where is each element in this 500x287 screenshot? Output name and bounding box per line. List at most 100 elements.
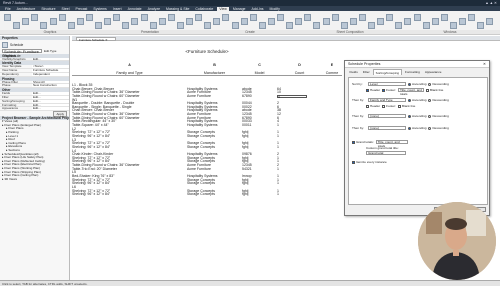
then-by-select-3[interactable]: (none) — [368, 126, 406, 130]
edit-type-button[interactable]: Edit Type — [44, 49, 56, 53]
ribbon-tool-icon[interactable] — [413, 14, 421, 21]
ribbon-tab-analyze[interactable]: Analyze — [146, 7, 162, 11]
ribbon-tab-add-ins[interactable]: Add-Ins — [249, 7, 265, 11]
ribbon-tool-icon[interactable] — [213, 18, 221, 25]
ribbon-tab-insert[interactable]: Insert — [111, 7, 124, 11]
ribbon-tab-architecture[interactable]: Architecture — [15, 7, 38, 11]
header-option[interactable]: Header — [366, 88, 380, 92]
ribbon-tool-icon[interactable] — [140, 14, 148, 21]
ribbon-tool-icon[interactable] — [4, 14, 11, 21]
ribbon-tool-icon[interactable] — [468, 14, 476, 21]
ribbon-tool-icon[interactable] — [13, 22, 21, 29]
sort-ascending-option[interactable]: Ascending — [408, 82, 426, 86]
grand-total-title-input[interactable]: Grand total — [366, 151, 406, 155]
ribbon-tool-icon[interactable] — [22, 18, 30, 25]
ribbon-tool-icon[interactable] — [240, 18, 248, 25]
window-controls[interactable]: ▲ ▲ ✕ — [485, 1, 497, 5]
ribbon-tool-icon[interactable] — [158, 18, 166, 25]
then-descending-option[interactable]: Descending — [428, 126, 449, 130]
ribbon-tool-icon[interactable] — [85, 14, 93, 21]
ribbon-tool-icon[interactable] — [349, 18, 357, 25]
ribbon-tool-icon[interactable] — [95, 22, 102, 29]
ribbon-tool-icon[interactable] — [358, 14, 366, 21]
close-icon[interactable]: ✕ — [483, 61, 486, 68]
ribbon-tool-icon[interactable] — [477, 22, 485, 29]
ribbon-tool-icon[interactable] — [167, 14, 175, 21]
ribbon-tool-icon[interactable] — [49, 18, 57, 25]
ribbon-tab-file[interactable]: File — [3, 7, 13, 11]
ribbon-tool-icon[interactable] — [195, 14, 203, 21]
table-cell[interactable]: 1 — [277, 193, 322, 197]
footer-select[interactable]: Title, count, and totals — [397, 88, 424, 95]
column-header[interactable]: Comme — [322, 71, 342, 75]
grand-totals-option[interactable]: Grand totals: — [352, 140, 374, 144]
ribbon-tab-annotate[interactable]: Annotate — [126, 7, 144, 11]
ribbon-tab-modify[interactable]: Modify — [268, 7, 282, 11]
ribbon-tool-icon[interactable] — [104, 18, 112, 25]
ribbon-tool-icon[interactable] — [31, 14, 39, 21]
property-value[interactable]: Independent — [32, 72, 69, 76]
ribbon-tool-icon[interactable] — [395, 22, 403, 29]
ribbon-tool-icon[interactable] — [486, 18, 494, 25]
blank-line-option[interactable]: Blank line — [425, 88, 443, 92]
ribbon-tool-icon[interactable] — [404, 18, 412, 25]
itemize-option[interactable]: Itemize every instance — [352, 160, 387, 164]
property-value[interactable]: Edit... — [32, 57, 69, 61]
ribbon-tool-icon[interactable] — [277, 14, 284, 21]
ribbon-tab-view[interactable]: View — [217, 6, 229, 11]
ribbon-tab-collaborate[interactable]: Collaborate — [193, 7, 215, 11]
ribbon-tool-icon[interactable] — [267, 18, 275, 25]
ribbon-tool-icon[interactable] — [231, 22, 239, 29]
header-option[interactable]: Header — [366, 104, 380, 108]
ribbon-tab-precast[interactable]: Precast — [74, 7, 90, 11]
ribbon-tool-icon[interactable] — [368, 22, 375, 29]
then-descending-option[interactable]: Descending — [428, 114, 449, 118]
ribbon-tool-icon[interactable] — [58, 14, 66, 21]
column-header[interactable]: Manufacturer — [187, 71, 242, 75]
ribbon-tool-icon[interactable] — [322, 18, 330, 25]
then-ascending-option[interactable]: Ascending — [408, 126, 426, 130]
tab-formatting[interactable]: Formatting — [404, 69, 422, 75]
sort-by-select[interactable]: Level — [368, 82, 406, 86]
ribbon-tool-icon[interactable] — [422, 22, 430, 29]
ribbon-tool-icon[interactable] — [313, 22, 321, 29]
ribbon-tool-icon[interactable] — [340, 22, 348, 29]
footer-option[interactable]: Footer: — [382, 104, 396, 108]
ribbon-tool-icon[interactable] — [40, 22, 48, 29]
ribbon-tool-icon[interactable] — [304, 14, 312, 21]
ribbon-tool-icon[interactable] — [76, 18, 84, 25]
ribbon-tab-massing-site[interactable]: Massing & Site — [164, 7, 191, 11]
footer-option[interactable]: Footer: — [382, 88, 396, 92]
ribbon-tool-icon[interactable] — [295, 18, 303, 25]
ribbon-tab-structure[interactable]: Structure — [39, 7, 57, 11]
tab-sorting-grouping[interactable]: Sorting/Grouping — [373, 69, 402, 75]
column-header[interactable]: Family and Type — [72, 71, 187, 75]
then-by-select-1[interactable]: Family and Type — [368, 98, 406, 102]
ribbon-tool-icon[interactable] — [204, 22, 212, 29]
table-row[interactable]: Shelving: 96" x 12" x 84" Storage Concept… — [72, 193, 342, 197]
ribbon-tool-icon[interactable] — [131, 18, 139, 25]
ribbon-tool-icon[interactable] — [331, 14, 339, 21]
column-header[interactable]: Model — [242, 71, 277, 75]
type-selector[interactable]: Schedule: Furniture Schedule — [2, 49, 42, 57]
ribbon-tool-icon[interactable] — [286, 22, 294, 29]
ribbon-tab-manage[interactable]: Manage — [231, 7, 248, 11]
sort-descending-option[interactable]: Descending — [428, 82, 449, 86]
browser-item[interactable]: ▸ 3D Views — [2, 178, 69, 182]
property-value[interactable]: Edit... — [32, 107, 69, 111]
then-ascending-option[interactable]: Ascending — [408, 98, 426, 102]
ribbon-tool-icon[interactable] — [431, 18, 439, 25]
ribbon-tool-icon[interactable] — [186, 18, 193, 25]
ribbon-tool-icon[interactable] — [449, 22, 457, 29]
ribbon-tool-icon[interactable] — [113, 14, 121, 21]
ribbon-tool-icon[interactable] — [258, 22, 266, 29]
column-header[interactable]: Count — [277, 71, 322, 75]
ribbon-tool-icon[interactable] — [377, 18, 385, 25]
tab-fields[interactable]: Fields — [348, 69, 359, 75]
ribbon-tool-icon[interactable] — [176, 22, 184, 29]
ribbon-tool-icon[interactable] — [440, 14, 448, 21]
ribbon-tab-systems[interactable]: Systems — [91, 7, 108, 11]
ribbon-tool-icon[interactable] — [249, 14, 257, 21]
property-value[interactable]: New Construction — [32, 84, 69, 88]
ribbon-tool-icon[interactable] — [459, 18, 466, 25]
